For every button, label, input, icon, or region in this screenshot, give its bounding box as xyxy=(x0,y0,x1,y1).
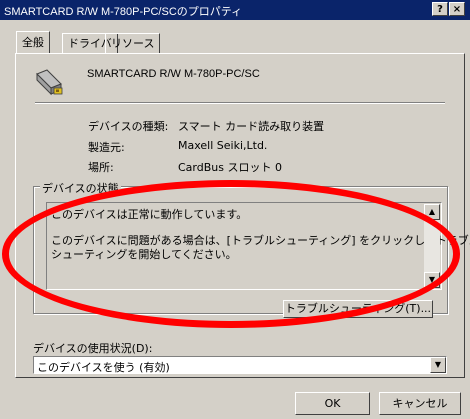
tab-resources[interactable]: リソース xyxy=(105,33,161,53)
status-line: シューティングを開始してください。 xyxy=(51,248,237,261)
manufacturer-label: 製造元: xyxy=(88,141,125,154)
device-usage-value: このデバイスを使う (有効) xyxy=(37,361,170,374)
help-button[interactable]: ? xyxy=(432,2,448,16)
device-usage-select[interactable]: このデバイスを使う (有効) ▼ xyxy=(33,356,447,374)
scroll-down-button[interactable]: ▼ xyxy=(424,272,440,288)
device-status-text[interactable]: このデバイスは正常に動作しています。 このデバイスに問題がある場合は、[トラブル… xyxy=(46,202,470,290)
troubleshoot-button[interactable]: トラブルシューティング(T)... xyxy=(283,300,433,318)
tab-general[interactable]: 全般 xyxy=(16,31,50,53)
smartcard-reader-icon xyxy=(35,68,65,98)
device-name: SMARTCARD R/W M-780P-PC/SC xyxy=(87,68,260,80)
status-line: このデバイスは正常に動作しています。 xyxy=(51,208,248,221)
window-title: SMARTCARD R/W M-780P-PC/SCのプロパティ xyxy=(4,6,243,18)
location-value: CardBus スロット 0 xyxy=(178,161,282,174)
device-type-value: スマート カード読み取り装置 xyxy=(178,120,325,133)
ok-button[interactable]: OK xyxy=(295,392,370,415)
scroll-up-button[interactable]: ▲ xyxy=(424,204,440,220)
cancel-button[interactable]: キャンセル xyxy=(379,392,461,415)
location-label: 場所: xyxy=(88,161,114,174)
status-scrollbar[interactable]: ▲ ▼ xyxy=(424,204,440,288)
device-usage-label: デバイスの使用状況(D): xyxy=(33,342,153,355)
title-bar: SMARTCARD R/W M-780P-PC/SCのプロパティ ? × xyxy=(0,0,470,20)
divider xyxy=(35,102,445,104)
chevron-down-icon[interactable]: ▼ xyxy=(430,357,446,373)
close-button[interactable]: × xyxy=(449,2,465,16)
device-type-label: デバイスの種類: xyxy=(88,120,169,133)
manufacturer-value: Maxell Seiki,Ltd. xyxy=(178,139,268,152)
device-status-label: デバイスの状態 xyxy=(40,180,121,196)
